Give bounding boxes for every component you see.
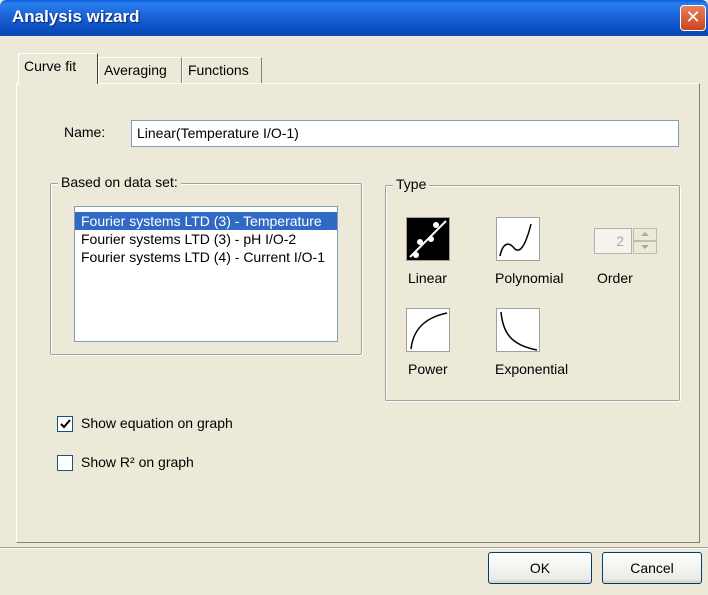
- tab-label: Functions: [188, 62, 249, 78]
- name-input-value: Linear(Temperature I/O-1): [137, 125, 299, 141]
- title-bar[interactable]: Analysis wizard ✕: [0, 0, 708, 36]
- dataset-list-item[interactable]: Fourier systems LTD (4) - Current I/O-1: [75, 248, 337, 266]
- order-label: Order: [597, 270, 633, 286]
- dataset-group-title: Based on data set:: [58, 174, 181, 190]
- show-equation-checkbox[interactable]: [57, 416, 73, 432]
- check-icon: [60, 419, 71, 429]
- close-icon[interactable]: ✕: [685, 7, 700, 27]
- linear-fit-icon[interactable]: [406, 217, 450, 261]
- polynomial-fit-icon[interactable]: [496, 217, 540, 261]
- ok-button[interactable]: OK: [488, 552, 592, 584]
- order-spin-down-button[interactable]: [633, 241, 657, 254]
- cancel-button[interactable]: Cancel: [602, 552, 702, 584]
- polynomial-label[interactable]: Polynomial: [495, 270, 563, 286]
- cancel-button-label: Cancel: [630, 560, 674, 576]
- close-button[interactable]: ✕: [680, 5, 706, 31]
- exponential-label[interactable]: Exponential: [495, 361, 568, 377]
- ok-button-label: OK: [529, 560, 551, 576]
- order-spin-up-button[interactable]: [633, 228, 657, 241]
- order-spinner-value[interactable]: 2: [594, 228, 632, 254]
- tab-functions[interactable]: Functions: [182, 57, 262, 83]
- show-equation-label[interactable]: Show equation on graph: [81, 415, 233, 431]
- tab-label: Averaging: [104, 62, 167, 78]
- spin-down-icon: [641, 245, 649, 249]
- linear-label[interactable]: Linear: [408, 270, 447, 286]
- name-label: Name:: [64, 124, 106, 140]
- show-r2-checkbox[interactable]: [57, 455, 73, 471]
- tab-label: Curve fit: [24, 58, 77, 74]
- type-group-title: Type: [393, 176, 430, 192]
- dataset-list-item[interactable]: Fourier systems LTD (3) - pH I/O-2: [75, 230, 337, 248]
- analysis-wizard-dialog: Analysis wizard ✕ Curve fit Averaging Fu…: [0, 0, 708, 595]
- tab-curve-fit[interactable]: Curve fit: [18, 53, 98, 84]
- order-value: 2: [616, 233, 624, 249]
- button-separator: [0, 547, 708, 549]
- window-title: Analysis wizard: [12, 7, 140, 26]
- power-label[interactable]: Power: [408, 361, 448, 377]
- dataset-list-item[interactable]: Fourier systems LTD (3) - Temperature: [75, 212, 337, 230]
- spin-up-icon: [641, 232, 649, 236]
- power-fit-icon[interactable]: [406, 308, 450, 352]
- dataset-listbox[interactable]: Fourier systems LTD (3) - Temperature Fo…: [74, 206, 338, 342]
- tab-averaging[interactable]: Averaging: [98, 57, 182, 83]
- name-input[interactable]: Linear(Temperature I/O-1): [131, 120, 679, 147]
- exponential-fit-icon[interactable]: [496, 308, 540, 352]
- show-r2-label[interactable]: Show R² on graph: [81, 454, 194, 470]
